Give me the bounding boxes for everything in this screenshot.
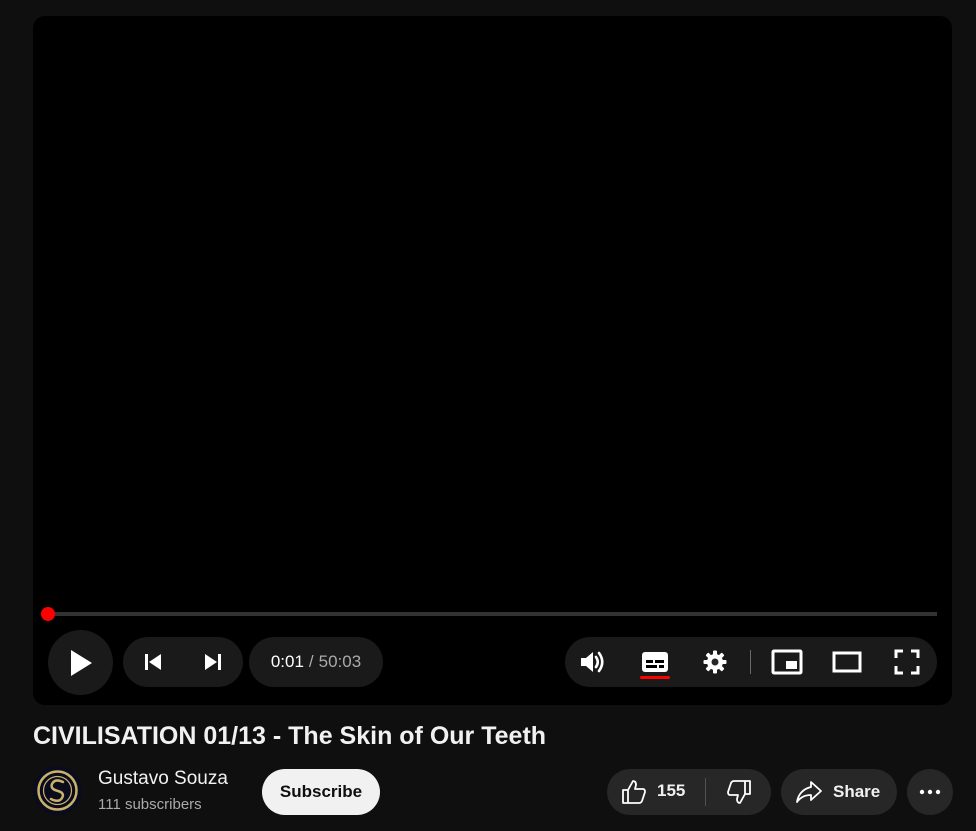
channel-avatar[interactable]: [33, 766, 82, 815]
volume-button[interactable]: [571, 637, 615, 687]
subscriber-count: 111 subscribers: [98, 796, 202, 813]
previous-button[interactable]: [123, 637, 183, 687]
share-icon: [796, 781, 822, 803]
theater-mode-button[interactable]: [825, 637, 869, 687]
miniplayer-icon: [771, 649, 803, 675]
progress-bar[interactable]: [48, 612, 937, 616]
video-title: CIVILISATION 01/13 - The Skin of Our Tee…: [33, 722, 547, 750]
dislike-button[interactable]: [706, 769, 771, 815]
play-button[interactable]: [48, 630, 113, 695]
previous-icon: [145, 654, 161, 670]
theater-mode-icon: [832, 651, 862, 673]
subtitles-active-indicator: [640, 676, 670, 679]
share-button[interactable]: Share: [781, 769, 897, 815]
thumbs-down-icon: [726, 780, 751, 804]
video-player[interactable]: [33, 16, 952, 705]
fullscreen-button[interactable]: [885, 637, 929, 687]
more-actions-button[interactable]: [907, 769, 953, 815]
volume-icon: [581, 651, 604, 673]
duration: 50:03: [318, 652, 362, 671]
next-icon: [205, 654, 221, 670]
fullscreen-icon: [894, 649, 920, 675]
settings-button[interactable]: [693, 637, 737, 687]
more-horizontal-icon: [919, 789, 941, 795]
like-button[interactable]: 155: [607, 769, 705, 815]
next-button[interactable]: [183, 637, 243, 687]
prev-next-group: [123, 637, 243, 687]
time-display: 0:01 / 50:03: [249, 637, 383, 687]
play-icon: [70, 649, 92, 676]
subtitles-button[interactable]: [633, 637, 677, 687]
channel-logo-icon: [37, 770, 78, 811]
subscribe-button[interactable]: Subscribe: [262, 769, 380, 815]
controls-divider: [750, 650, 751, 674]
share-label: Share: [833, 782, 881, 801]
channel-name[interactable]: Gustavo Souza: [98, 768, 228, 790]
right-controls: [565, 637, 937, 687]
settings-icon: [703, 650, 727, 674]
miniplayer-button[interactable]: [765, 637, 809, 687]
time-separator: /: [308, 652, 314, 671]
subtitles-icon: [642, 652, 668, 672]
like-count: 155: [657, 781, 686, 800]
current-time: 0:01: [270, 652, 304, 671]
like-dislike-group: 155: [607, 769, 771, 815]
thumbs-up-icon: [622, 780, 646, 804]
